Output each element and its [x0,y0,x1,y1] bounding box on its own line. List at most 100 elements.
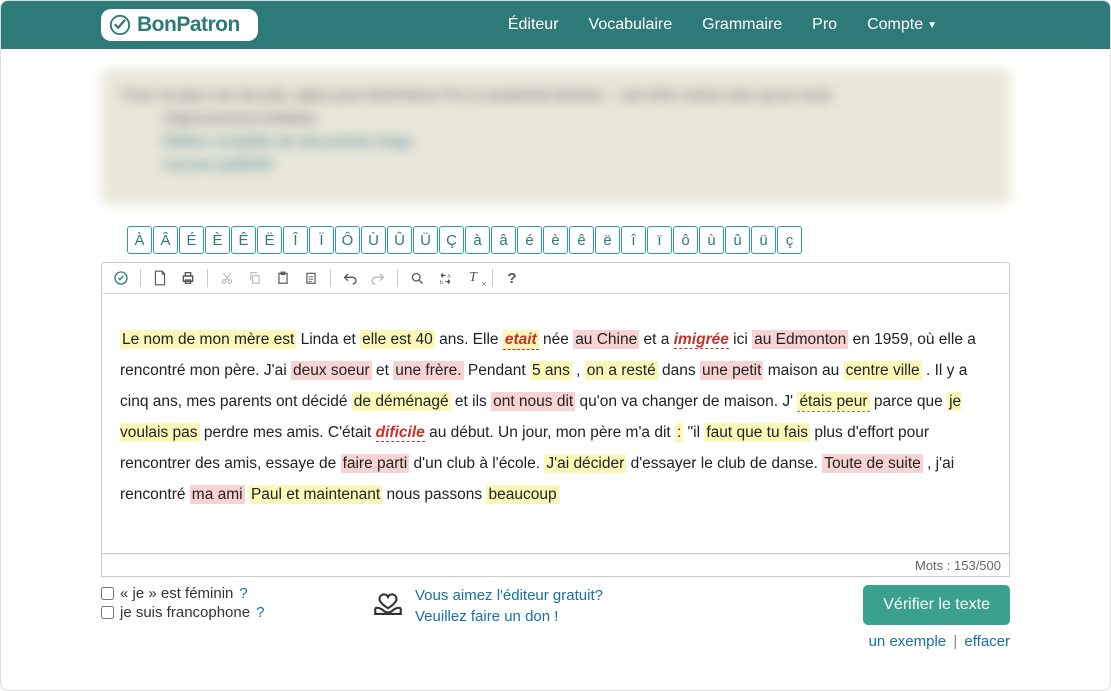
highlighted-text[interactable]: étais peur [797,392,869,412]
highlighted-text[interactable]: Paul et maintenant [249,485,382,504]
plain-text: maison au [763,362,843,379]
plain-text: nous passons [382,486,486,503]
accent-buttons-row: ÀÂÉÈÊËÎÏÔÙÛÜÇàâéèêëîïôùûüç [127,226,1010,254]
plain-text: parce que [870,393,948,410]
plain-text: et ils [451,393,491,410]
accent-button[interactable]: Ç [439,226,464,254]
accent-button[interactable]: à [465,226,490,254]
verify-button[interactable]: Vérifier le texte [863,585,1010,625]
highlighted-text[interactable]: faut que tu fais [704,423,810,442]
accent-button[interactable]: Ï [309,226,334,254]
plain-text: "il [683,424,704,441]
accent-button[interactable]: È [205,226,230,254]
notice-line-2: d'abonnement Antidote. [163,110,988,127]
accent-button[interactable]: Ü [413,226,438,254]
highlighted-text[interactable]: 5 ans [530,361,572,380]
accent-button[interactable]: É [179,226,204,254]
svg-text:a: a [447,273,451,279]
highlighted-text[interactable]: centre ville [844,361,922,380]
replace-icon[interactable]: ab [436,269,454,287]
editor-toolbar: ab T× ? [101,262,1010,294]
nav-pro[interactable]: Pro [812,16,837,34]
highlighted-text[interactable]: ont nous dit [491,392,575,411]
new-doc-icon[interactable] [151,269,169,287]
logo[interactable]: BonPatron [101,9,258,41]
highlighted-text[interactable]: au Chine [573,330,639,349]
heart-hands-icon [371,587,405,621]
nav-grammaire[interactable]: Grammaire [702,16,782,34]
highlighted-text[interactable]: de déménagé [352,392,451,411]
highlighted-text[interactable]: dificile [376,424,425,442]
help-feminin[interactable]: ? [239,585,247,602]
nav-editeur[interactable]: Éditeur [508,16,559,34]
highlighted-text[interactable]: faire parti [341,454,410,473]
nav-links: Éditeur Vocabulaire Grammaire Pro Compte… [508,16,937,34]
plain-text: d'un club à l'école. [409,455,544,472]
checkbox-francophone[interactable] [101,606,114,619]
accent-button[interactable]: â [491,226,516,254]
checkbox-feminin[interactable] [101,587,114,600]
nav-compte-label: Compte [867,16,923,34]
caret-down-icon: ▼ [927,20,937,31]
accent-button[interactable]: Ë [257,226,282,254]
copy-icon[interactable] [246,269,264,287]
highlighted-text[interactable]: etait [503,330,539,350]
plain-text: ici [729,331,752,348]
highlighted-text[interactable]: ma ami [190,485,245,504]
accent-button[interactable]: ï [647,226,672,254]
nav-vocabulaire[interactable]: Vocabulaire [589,16,673,34]
undo-icon[interactable] [341,269,359,287]
check-icon[interactable] [112,269,130,287]
help-icon[interactable]: ? [503,269,521,287]
clear-link[interactable]: effacer [964,633,1010,650]
plain-text: Linda et [296,331,360,348]
navbar: BonPatron Éditeur Vocabulaire Grammaire … [1,1,1110,49]
highlighted-text[interactable]: Le nom de mon mère est [120,330,296,349]
example-link[interactable]: un exemple [869,633,947,650]
highlighted-text[interactable]: une petit [700,361,763,380]
cut-icon[interactable] [218,269,236,287]
plain-text: née [539,331,573,348]
accent-button[interactable]: ù [699,226,724,254]
paste-icon[interactable] [274,269,292,287]
accent-button[interactable]: Û [387,226,412,254]
accent-button[interactable]: é [517,226,542,254]
accent-button[interactable]: Ê [231,226,256,254]
accent-button[interactable]: À [127,226,152,254]
accent-button[interactable]: Î [283,226,308,254]
plain-text: et a [639,331,673,348]
accent-button[interactable]: Ù [361,226,386,254]
svg-text:b: b [439,280,442,286]
accent-button[interactable]: î [621,226,646,254]
accent-button[interactable]: Ô [335,226,360,254]
accent-button[interactable]: ü [751,226,776,254]
highlighted-text[interactable]: beaucoup [486,485,558,504]
highlighted-text[interactable]: au Edmonton [752,330,848,349]
highlighted-text[interactable]: une frère. [393,361,463,380]
highlighted-text[interactable]: J'ai décider [544,454,626,473]
accent-button[interactable]: ô [673,226,698,254]
search-icon[interactable] [408,269,426,287]
help-francophone[interactable]: ? [256,604,264,621]
accent-button[interactable]: ç [777,226,802,254]
paste-text-icon[interactable] [302,269,320,287]
redo-icon[interactable] [369,269,387,287]
donate-line-1[interactable]: Vous aimez l'éditeur gratuit? [415,585,603,606]
donate-line-2[interactable]: Veuillez faire un don ! [415,606,603,627]
accent-button[interactable]: ê [569,226,594,254]
promo-notice: Pour ne plus voir de pub, optez pour Bon… [101,69,1010,204]
highlighted-text[interactable]: on a resté [585,361,658,380]
highlighted-text[interactable]: Toute de suite [822,454,923,473]
print-icon[interactable] [179,269,197,287]
accent-button[interactable]: Â [153,226,178,254]
editor-textarea[interactable]: Le nom de mon mère est Linda et elle est… [101,294,1010,554]
highlighted-text[interactable]: deux soeur [291,361,372,380]
accent-button[interactable]: ë [595,226,620,254]
highlighted-text[interactable]: elle est 40 [360,330,435,349]
nav-compte[interactable]: Compte ▼ [867,16,937,34]
accent-button[interactable]: û [725,226,750,254]
clear-format-icon[interactable]: T× [464,269,482,287]
highlighted-text[interactable]: imigrée [674,331,729,349]
accent-button[interactable]: è [543,226,568,254]
plain-text: dans [658,362,700,379]
